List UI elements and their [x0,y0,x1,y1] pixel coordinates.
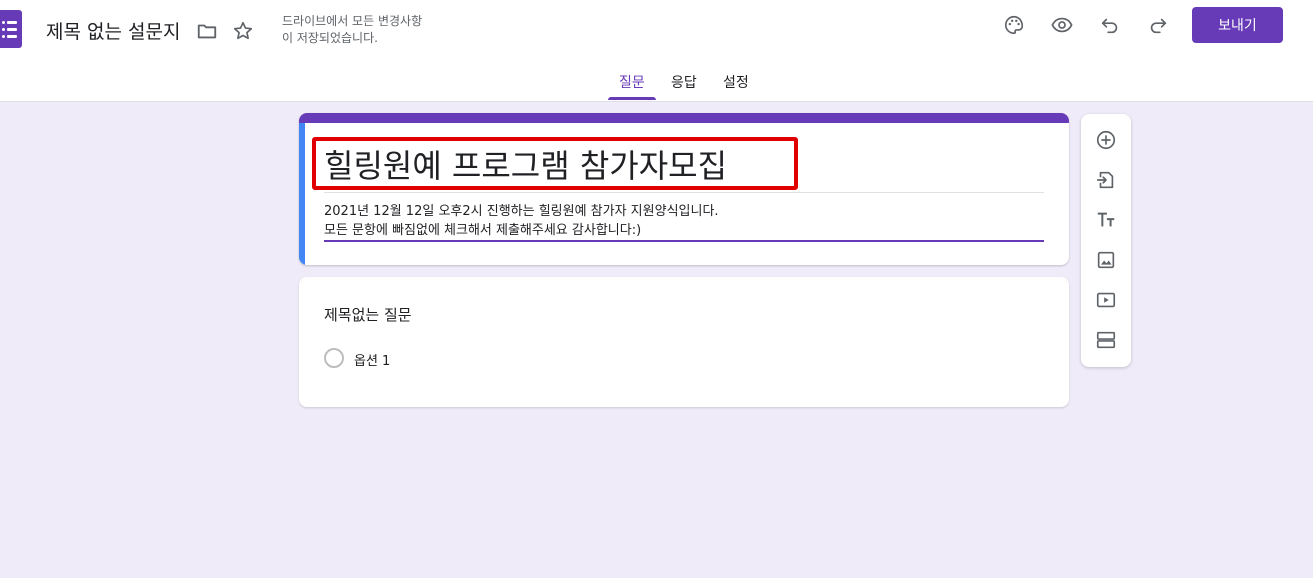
highlight-box [312,137,798,190]
add-section-icon[interactable] [1093,327,1119,353]
description-line-2: 모든 문항에 빠짐없에 체크해서 제출해주세요 감사합니다:) [324,223,642,238]
question-card[interactable]: 제목없는 질문 옵션 1 [299,277,1069,407]
save-status-line-2: 이 저장되었습니다. [282,31,378,45]
form-description-input[interactable]: 2021년 12월 12일 오후2시 진행하는 힐링원예 참가자 지원양식입니다… [324,202,719,240]
question-title[interactable]: 제목없는 질문 [324,304,412,325]
add-title-icon[interactable] [1093,207,1119,233]
app-header: 제목 없는 설문지 드라이브에서 모든 변경사항 이 저장되었습니다. 보내기 … [0,0,1313,102]
tab-questions[interactable]: 질문 [619,72,645,92]
save-status-line-1: 드라이브에서 모든 변경사항 [282,14,423,28]
tab-bar: 질문 응답 설정 [0,62,1313,102]
tab-responses[interactable]: 응답 [671,72,697,92]
card-accent-bar [299,113,1069,123]
palette-icon[interactable] [1001,12,1027,38]
send-button[interactable]: 보내기 [1192,7,1283,43]
redo-icon[interactable] [1145,12,1171,38]
active-tab-indicator [608,97,656,100]
description-line-1: 2021년 12월 12일 오후2시 진행하는 힐링원예 참가자 지원양식입니다… [324,204,719,219]
add-video-icon[interactable] [1093,287,1119,313]
card-focus-indicator [299,123,305,265]
add-image-icon[interactable] [1093,247,1119,273]
radio-option-icon [324,348,344,368]
description-underline [324,240,1044,242]
side-toolbar [1081,114,1131,367]
eye-icon[interactable] [1049,12,1075,38]
star-icon[interactable] [231,19,255,43]
import-questions-icon[interactable] [1093,167,1119,193]
save-status: 드라이브에서 모든 변경사항 이 저장되었습니다. [282,13,422,47]
form-title-card[interactable]: 힐링원예 프로그램 참가자모집 2021년 12월 12일 오후2시 진행하는 … [299,113,1069,265]
add-question-icon[interactable] [1093,127,1119,153]
option-label[interactable]: 옵션 1 [354,350,390,369]
tab-settings[interactable]: 설정 [723,72,749,92]
undo-icon[interactable] [1097,12,1123,38]
document-title[interactable]: 제목 없는 설문지 [46,17,180,44]
forms-logo-icon[interactable] [0,10,22,48]
folder-icon[interactable] [195,19,219,43]
title-divider [324,192,1044,193]
